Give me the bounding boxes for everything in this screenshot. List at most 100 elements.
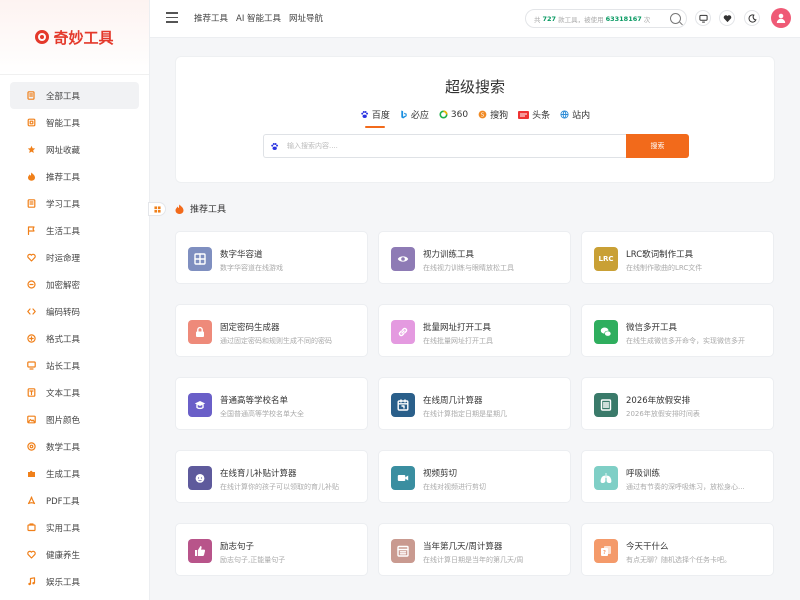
dark-mode-icon[interactable] bbox=[744, 10, 760, 26]
lungs-icon bbox=[594, 466, 618, 490]
tool-card-title: 视力训练工具 bbox=[423, 250, 475, 260]
section-title: 推荐工具 bbox=[190, 205, 227, 215]
tool-card[interactable]: 励志句子 励志句子,正能量句子 bbox=[175, 523, 368, 576]
tool-card[interactable]: 普通高等学校名单 全国普通高等学校名单大全 bbox=[175, 377, 368, 430]
music-icon bbox=[27, 577, 36, 586]
tool-card[interactable]: 2026年放假安排 2026年放假安排时间表 bbox=[581, 377, 774, 430]
tool-card[interactable]: 数字华容道 数字华容道在线游戏 bbox=[175, 231, 368, 284]
bing-icon bbox=[400, 110, 408, 119]
tool-card-title: 批量网址打开工具 bbox=[423, 323, 492, 333]
sidebar-item[interactable]: 娱乐工具 bbox=[10, 568, 139, 595]
sidebar-item[interactable]: 编码转码 bbox=[10, 298, 139, 325]
logo-mark-icon bbox=[35, 30, 50, 44]
heart-icon[interactable] bbox=[719, 10, 735, 26]
sidebar-item[interactable]: 生成工具 bbox=[10, 460, 139, 487]
sidebar-item[interactable]: 智能工具 bbox=[10, 109, 139, 136]
sidebar-item[interactable]: 加密解密 bbox=[10, 271, 139, 298]
search-row: 输入搜索内容.... 搜索 bbox=[263, 134, 689, 158]
top-nav-sites[interactable]: 网址导航 bbox=[289, 12, 323, 24]
flag-icon bbox=[27, 226, 36, 235]
wechat-icon bbox=[594, 320, 618, 344]
use-count: 63318167 bbox=[605, 14, 642, 23]
logo[interactable]: 奇妙工具 bbox=[35, 27, 114, 48]
schedule-icon bbox=[594, 393, 618, 417]
tool-card[interactable]: LRC LRC歌词制作工具 在线制作歌曲的LRC文件 bbox=[581, 231, 774, 284]
tool-card[interactable]: 微信多开工具 在线生成微信多开命令，实现微信多开 bbox=[581, 304, 774, 357]
search-input[interactable]: 输入搜索内容.... bbox=[263, 134, 626, 158]
sidebar-item[interactable]: 实用工具 bbox=[10, 514, 139, 541]
sidebar-item[interactable]: 生活工具 bbox=[10, 217, 139, 244]
tool-card[interactable]: 在线周几计算器 在线计算指定日期是星期几 bbox=[378, 377, 571, 430]
tool-card[interactable]: 视力训练工具 在线视力训练与眼睛放松工具 bbox=[378, 231, 571, 284]
sidebar-item-label: 学习工具 bbox=[46, 199, 81, 210]
sidebar-item[interactable]: PDF工具 bbox=[10, 487, 139, 514]
tool-card-desc: 在线生成微信多开命令，实现微信多开 bbox=[626, 337, 745, 345]
logo-area[interactable]: 奇妙工具 bbox=[0, 0, 149, 75]
engine-tab-label: 360 bbox=[450, 109, 469, 120]
search-button[interactable]: 搜索 bbox=[626, 134, 689, 158]
sidebar-item[interactable]: 文本工具 bbox=[10, 379, 139, 406]
engine-tab[interactable]: 百度 bbox=[360, 108, 390, 128]
engine-tab-label: 头条 bbox=[532, 111, 551, 121]
super-search-title: 超级搜索 bbox=[444, 78, 505, 96]
engine-tab[interactable]: 360 bbox=[439, 108, 468, 128]
sidebar-item[interactable]: 学习工具 bbox=[10, 190, 139, 217]
tool-card[interactable]: 视频剪切 在线对视频进行剪切 bbox=[378, 450, 571, 503]
sidebar-item[interactable]: 数学工具 bbox=[10, 433, 139, 460]
engine-tab[interactable]: 头条 bbox=[518, 108, 550, 128]
tool-card[interactable]: 呼吸训练 通过有节奏的深呼吸练习，放松身心... bbox=[581, 450, 774, 503]
tool-card-title: 呼吸训练 bbox=[626, 469, 661, 479]
sidebar-item[interactable]: 全部工具 bbox=[10, 82, 139, 109]
search-engine-tabs: 百度 必应 360 S 搜狗 头条 站内 bbox=[176, 108, 774, 128]
tool-card-desc: 2026年放假安排时间表 bbox=[626, 410, 700, 418]
pdf-icon bbox=[27, 496, 36, 505]
sidebar-item[interactable]: 格式工具 bbox=[10, 325, 139, 352]
sidebar-item[interactable]: 图片颜色 bbox=[10, 406, 139, 433]
search-icon[interactable] bbox=[670, 13, 681, 24]
baby-icon bbox=[188, 466, 212, 490]
engine-tab[interactable]: S 搜狗 bbox=[478, 108, 508, 128]
sidebar-item-label: 健康养生 bbox=[46, 550, 81, 561]
monitor-icon bbox=[27, 361, 36, 370]
at-icon bbox=[27, 442, 36, 451]
calendar-grid-icon bbox=[391, 539, 415, 563]
monitor-icon[interactable] bbox=[695, 10, 711, 26]
avatar[interactable] bbox=[771, 8, 791, 28]
sidebar-item[interactable]: 时运命理 bbox=[10, 244, 139, 271]
tool-card[interactable]: 在线育儿补贴计算器 在线计算你的孩子可以领取的育儿补贴 bbox=[175, 450, 368, 503]
search-placeholder: 输入搜索内容.... bbox=[287, 142, 338, 150]
top-nav-recommended[interactable]: 推荐工具 bbox=[194, 12, 228, 24]
engine-tab-label: 必应 bbox=[410, 111, 429, 121]
menu-toggle-icon[interactable] bbox=[166, 12, 178, 24]
graduation-icon bbox=[188, 393, 212, 417]
tool-card-title: 固定密码生成器 bbox=[220, 323, 280, 333]
sidebar-item-label: 全部工具 bbox=[46, 91, 81, 102]
sidebar-item[interactable]: 网址收藏 bbox=[10, 136, 139, 163]
star-icon bbox=[27, 145, 36, 154]
eye-icon bbox=[391, 247, 415, 271]
sidebar-item[interactable]: 站长工具 bbox=[10, 352, 139, 379]
tool-card[interactable]: 当年第几天/周计算器 在线计算日期是当年的第几天/周 bbox=[378, 523, 571, 576]
tool-card-desc: 在线计算指定日期是星期几 bbox=[423, 410, 507, 418]
tool-card[interactable]: 批量网址打开工具 在线批量网址打开工具 bbox=[378, 304, 571, 357]
top-nav: 推荐工具 AI 智能工具 网址导航 bbox=[194, 12, 323, 24]
engine-tab[interactable]: 站内 bbox=[560, 108, 590, 128]
tool-card-title: 励志句子 bbox=[220, 542, 255, 552]
code-icon bbox=[27, 307, 36, 316]
tool-card-desc: 在线批量网址打开工具 bbox=[423, 337, 493, 345]
svg-text:S: S bbox=[481, 113, 485, 119]
sidebar-item-label: 智能工具 bbox=[46, 118, 81, 129]
tool-card[interactable]: 固定密码生成器 通过固定密码和规则生成不同的密码 bbox=[175, 304, 368, 357]
thumbs-up-icon bbox=[188, 539, 212, 563]
sidebar-item-label: 生活工具 bbox=[46, 226, 81, 237]
flame-icon bbox=[175, 204, 184, 214]
stats-mid: 款工具，被使用 bbox=[558, 15, 604, 24]
sidebar-item[interactable]: 健康养生 bbox=[10, 541, 139, 568]
category-toggle-button[interactable] bbox=[148, 202, 166, 216]
sidebar-item[interactable]: 推荐工具 bbox=[10, 163, 139, 190]
top-nav-ai-tools[interactable]: AI 智能工具 bbox=[236, 12, 281, 24]
sidebar-item-label: 数学工具 bbox=[46, 442, 81, 453]
engine-tab[interactable]: 必应 bbox=[400, 108, 429, 128]
header-search[interactable]: 共 727 款工具，被使用 63318167 次 bbox=[525, 9, 687, 28]
tool-card[interactable]: ? 今天干什么 有点无聊？随机选择个任务卡吧。 bbox=[581, 523, 774, 576]
